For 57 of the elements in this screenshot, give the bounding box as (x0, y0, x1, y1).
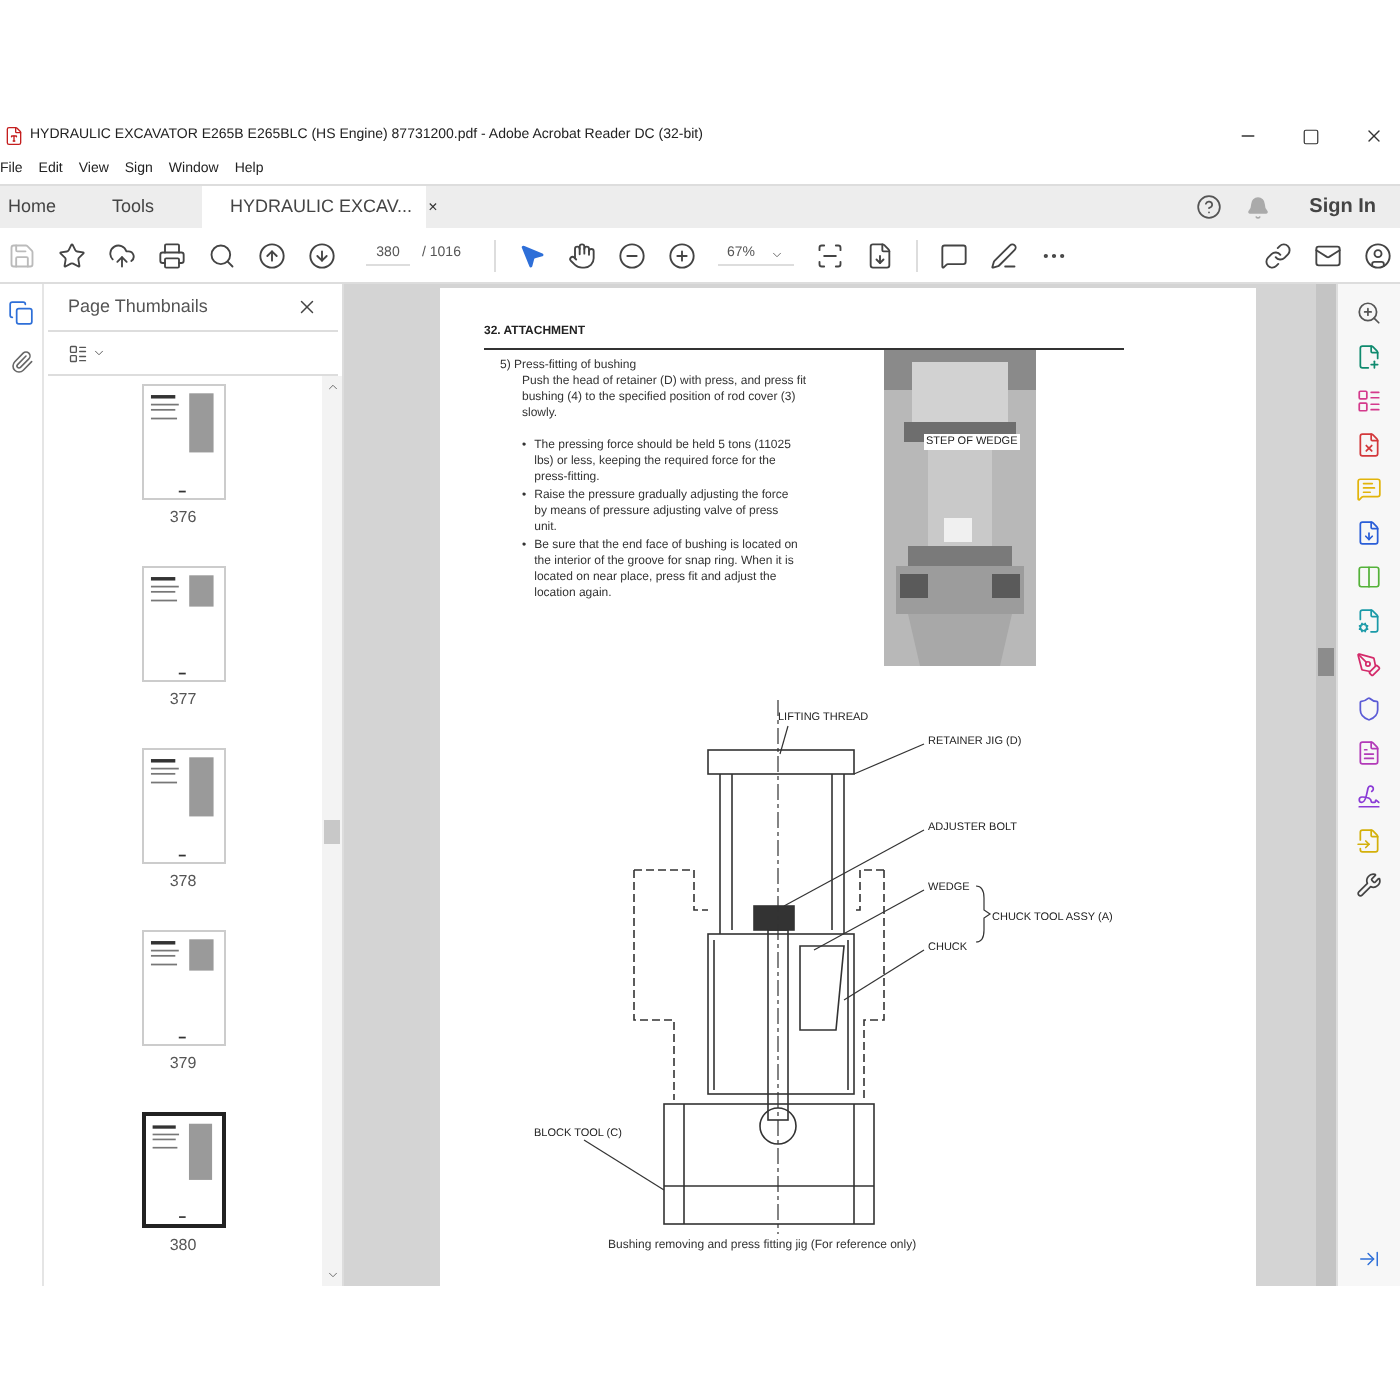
sign-in-link[interactable]: Sign In (1309, 192, 1376, 222)
zoom-icon[interactable] (1356, 300, 1382, 326)
file-gear-icon[interactable] (1356, 608, 1382, 634)
search-icon[interactable] (208, 241, 236, 269)
page-thumbnail[interactable] (141, 1112, 225, 1228)
pdf-icon (4, 126, 24, 146)
page-number: 380 (169, 1234, 197, 1258)
file-plus-icon[interactable] (1356, 344, 1382, 370)
brace (975, 885, 991, 943)
leader-line (813, 889, 925, 951)
comment-icon[interactable] (940, 241, 969, 269)
maximize-icon[interactable] (1302, 127, 1320, 145)
zoom-out-icon[interactable] (618, 241, 647, 269)
file-input-icon[interactable] (1356, 828, 1382, 854)
pages-icon[interactable] (8, 300, 34, 326)
tab-close[interactable]: × (428, 195, 438, 219)
collapse-panel-icon[interactable] (1358, 1248, 1380, 1270)
leader-line (853, 743, 925, 775)
signature-icon[interactable] (1356, 784, 1382, 810)
leader-line (779, 725, 789, 755)
help-icon[interactable] (1195, 194, 1222, 220)
cursor-icon[interactable] (518, 241, 547, 269)
star-icon[interactable] (58, 241, 86, 269)
leader-line (583, 1139, 665, 1191)
caret-icon[interactable] (92, 346, 106, 360)
wrench-icon[interactable] (1356, 872, 1382, 898)
mail-icon[interactable] (1314, 241, 1342, 269)
tab[interactable]: Tools (104, 186, 163, 228)
pen-icon[interactable] (1356, 652, 1382, 678)
file-remove-icon[interactable] (1356, 432, 1382, 458)
close-icon[interactable] (1364, 126, 1384, 146)
scrollbar-thumb[interactable] (1318, 648, 1334, 676)
caret-icon (770, 247, 785, 261)
file-export-icon[interactable] (1356, 520, 1382, 546)
link-icon[interactable] (1264, 241, 1292, 269)
scroll-up-icon[interactable] (325, 380, 339, 394)
leader-line (783, 829, 925, 907)
layout-icon[interactable] (1356, 388, 1382, 414)
user-icon[interactable] (1364, 241, 1392, 269)
page-number: 379 (169, 1052, 197, 1076)
page-number: 377 (169, 688, 197, 712)
shield-icon[interactable] (1356, 696, 1382, 722)
print-icon[interactable] (158, 241, 186, 269)
document-icon[interactable] (1356, 740, 1382, 766)
tab[interactable]: Home (0, 186, 65, 228)
scroll-down-icon[interactable] (325, 1268, 339, 1282)
hand-icon[interactable] (568, 241, 597, 269)
thumbnail-options-icon[interactable] (68, 343, 88, 363)
cloud-upload-icon[interactable] (108, 241, 136, 269)
close-icon[interactable] (296, 296, 318, 318)
page-number: 376 (169, 506, 197, 530)
paperclip-icon[interactable] (9, 350, 33, 374)
leader-line (843, 949, 925, 1001)
page-number: 378 (169, 870, 197, 894)
scrollbar-thumb[interactable] (324, 819, 340, 843)
panel-title: Page Thumbnails (68, 293, 208, 320)
zoom-in-icon[interactable] (668, 241, 697, 269)
